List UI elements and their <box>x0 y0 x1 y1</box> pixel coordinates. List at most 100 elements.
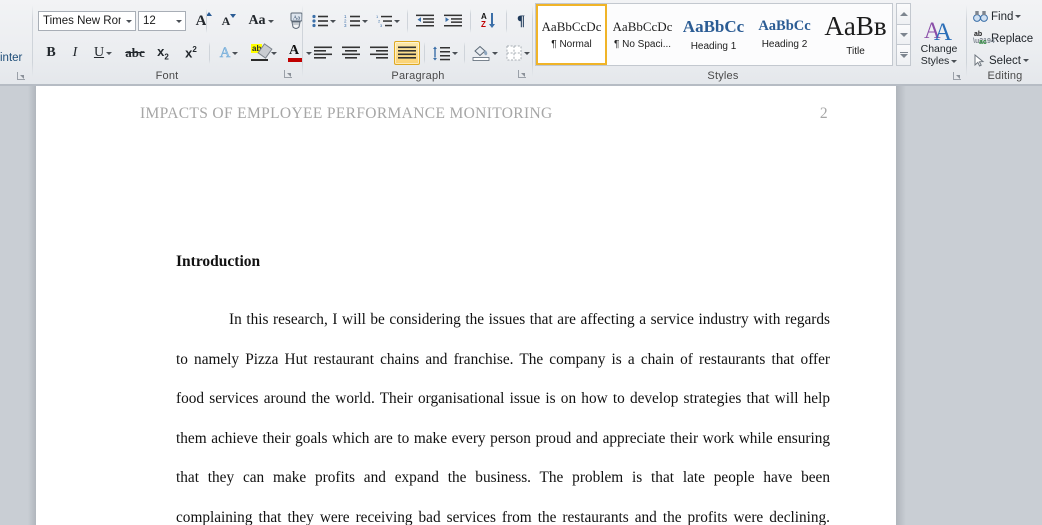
borders-button[interactable] <box>504 41 532 65</box>
select-button[interactable]: Select <box>970 50 1040 71</box>
font-group: Times New Rom 12 A A Aa Aa B I U abc x2 … <box>34 0 312 84</box>
highlight-underline-bar <box>251 59 268 61</box>
superscript-button[interactable]: x2 <box>178 42 204 64</box>
change-case-button[interactable]: Aa <box>244 10 278 32</box>
svg-text:3: 3 <box>380 23 383 28</box>
more-bar-icon <box>899 51 908 54</box>
shading-button[interactable] <box>470 41 500 65</box>
italic-button[interactable]: I <box>64 42 86 64</box>
increase-indent-button[interactable] <box>440 10 466 32</box>
decrease-indent-button[interactable] <box>412 10 438 32</box>
style-item-heading-2[interactable]: AaBbCc Heading 2 <box>749 4 820 65</box>
bold-button[interactable]: B <box>40 42 62 64</box>
select-label: Select <box>989 54 1021 67</box>
style-preview: AaBв <box>824 12 887 40</box>
line-spacing-button[interactable] <box>430 42 460 64</box>
body-paragraph[interactable]: In this research, I will be considering … <box>176 300 830 525</box>
paragraph-dialog-launcher[interactable] <box>517 69 528 80</box>
select-cursor-icon <box>974 54 985 67</box>
document-header[interactable]: IMPACTS OF EMPLOYEE PERFORMANCE MONITORI… <box>140 105 828 123</box>
editing-group: Find ab \u2194 ac Replace Select Editing <box>968 0 1042 84</box>
numbering-button[interactable]: 1 2 3 <box>342 10 370 32</box>
justify-button[interactable] <box>394 41 420 65</box>
styles-gallery[interactable]: AaBbCcDc ¶ Normal AaBbCcDc ¶ No Spaci...… <box>535 3 893 66</box>
subscript-button[interactable]: x2 <box>150 42 176 64</box>
underline-button[interactable]: U <box>88 42 118 64</box>
font-size-dropdown-icon[interactable] <box>171 12 185 30</box>
para-inner-separator <box>407 9 408 33</box>
font-dialog-launcher[interactable] <box>283 69 294 80</box>
align-left-button[interactable] <box>310 42 336 64</box>
multilevel-list-icon: 1 2 3 <box>376 14 392 28</box>
increase-indent-icon <box>444 14 462 27</box>
editing-group-label: Editing <box>987 70 1023 82</box>
find-label: Find <box>991 10 1014 23</box>
group-separator-2 <box>302 5 303 77</box>
group-separator <box>32 5 33 77</box>
find-binoculars-icon <box>973 11 988 22</box>
change-styles-button[interactable]: A A Change Styles <box>916 6 962 78</box>
superscript-digit: 2 <box>192 45 197 55</box>
clipboard-dialog-launcher[interactable] <box>16 71 27 82</box>
font-size-combo[interactable]: 12 <box>138 11 186 31</box>
align-center-icon <box>342 46 360 59</box>
styles-scroll-up-button[interactable] <box>896 3 911 25</box>
style-name: ¶ Normal <box>551 38 592 50</box>
styles-more-button[interactable] <box>896 45 911 67</box>
style-preview: AaBbCc <box>758 18 811 34</box>
svg-text:3: 3 <box>344 23 347 28</box>
header-title: IMPACTS OF EMPLOYEE PERFORMANCE MONITORI… <box>140 105 553 122</box>
align-center-button[interactable] <box>338 42 364 64</box>
style-item-title[interactable]: AaBв Title <box>820 4 891 65</box>
word-window: inter Times New Rom 12 A A Aa Aa B I U a… <box>0 0 1042 525</box>
style-preview: AaBbCcDc <box>612 19 673 33</box>
para-inner-separator-5 <box>464 42 465 64</box>
para-inner-separator-2 <box>470 9 471 33</box>
document-canvas[interactable]: IMPACTS OF EMPLOYEE PERFORMANCE MONITORI… <box>0 86 1042 525</box>
shrink-font-button[interactable]: A <box>214 10 238 32</box>
align-right-icon <box>370 46 388 59</box>
style-item-normal[interactable]: AaBbCcDc ¶ Normal <box>536 4 607 65</box>
page-shadow-left <box>28 86 36 525</box>
style-item-heading-1[interactable]: AaBbCс Heading 1 <box>678 4 749 65</box>
underline-label: U <box>93 45 105 60</box>
font-name-combo[interactable]: Times New Rom <box>38 11 136 31</box>
header-page-number: 2 <box>819 105 828 122</box>
styles-scroll-down-button[interactable] <box>896 24 911 46</box>
find-button[interactable]: Find <box>970 6 1038 27</box>
style-name: Title <box>846 45 865 57</box>
numbering-icon: 1 2 3 <box>344 14 360 28</box>
bullets-icon <box>312 14 328 28</box>
align-left-icon <box>314 46 332 59</box>
svg-text:A: A <box>934 19 952 43</box>
styles-group-label: Styles <box>707 70 739 82</box>
multilevel-list-button[interactable]: 1 2 3 <box>374 10 402 32</box>
style-item-no-spacing[interactable]: AaBbCcDc ¶ No Spaci... <box>607 4 678 65</box>
shrink-font-label: A <box>221 13 231 28</box>
text-highlight-button[interactable]: ab <box>248 40 280 66</box>
shrink-font-arrow-icon <box>230 13 237 18</box>
grow-font-button[interactable]: A <box>189 10 213 32</box>
document-page[interactable]: IMPACTS OF EMPLOYEE PERFORMANCE MONITORI… <box>36 86 896 525</box>
text-effects-button[interactable]: A <box>214 42 244 64</box>
para-inner-separator-3 <box>506 9 507 33</box>
strikethrough-label: abc <box>125 45 145 60</box>
sort-z-label: Z <box>481 20 486 29</box>
para-inner-separator-4 <box>424 42 425 64</box>
change-styles-label-1: Change <box>920 43 958 55</box>
bullets-button[interactable] <box>310 10 338 32</box>
font-color-swatch <box>288 58 303 62</box>
replace-button[interactable]: ab \u2194 ac Replace <box>970 28 1040 49</box>
align-right-button[interactable] <box>366 42 392 64</box>
svg-text:Aa: Aa <box>293 16 300 22</box>
decrease-indent-icon <box>416 14 434 27</box>
show-formatting-marks-button[interactable]: ¶ <box>510 10 532 32</box>
strikethrough-button[interactable]: abc <box>122 42 148 64</box>
scroll-down-icon <box>899 32 908 37</box>
font-size-value: 12 <box>143 15 156 27</box>
change-styles-icon: A A <box>924 18 952 43</box>
font-name-dropdown-icon[interactable] <box>121 12 135 30</box>
styles-dialog-launcher[interactable] <box>952 71 963 82</box>
sort-button[interactable]: A Z <box>476 10 502 32</box>
format-painter-label[interactable]: inter <box>0 52 22 64</box>
